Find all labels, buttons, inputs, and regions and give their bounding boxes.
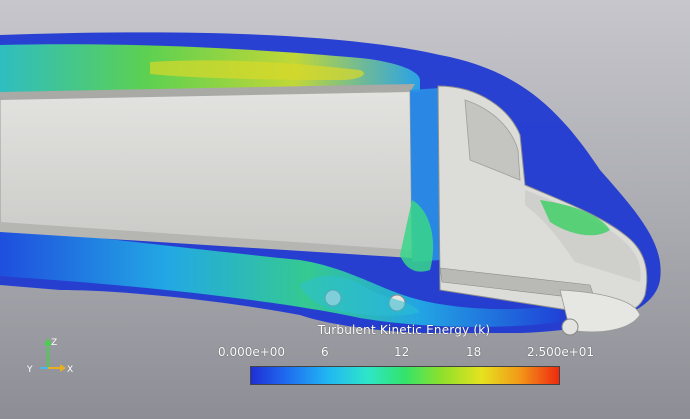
y-axis-label: Y: [26, 365, 33, 375]
orientation-axes-triad: Z Y X: [26, 338, 73, 375]
z-axis-label: Z: [51, 338, 57, 348]
x-axis-label: X: [67, 365, 73, 375]
colorbar-tick-label: 2.500e+01: [527, 345, 595, 359]
colorbar-tick-label: 18: [466, 345, 482, 359]
colorbar-gradient: [250, 366, 560, 385]
colorbar-tick-label: 12: [394, 345, 410, 359]
colorbar-tick-label: 6: [321, 345, 329, 359]
render-viewport[interactable]: Turbulent Kinetic Energy (k) 0.000e+00 6…: [0, 0, 690, 419]
x-axis-arrow-icon: [60, 364, 66, 372]
colorbar-title: Turbulent Kinetic Energy (k): [317, 323, 491, 337]
colorbar-tick-label: 0.000e+00: [218, 345, 286, 359]
front-wheel-hub: [561, 318, 579, 336]
